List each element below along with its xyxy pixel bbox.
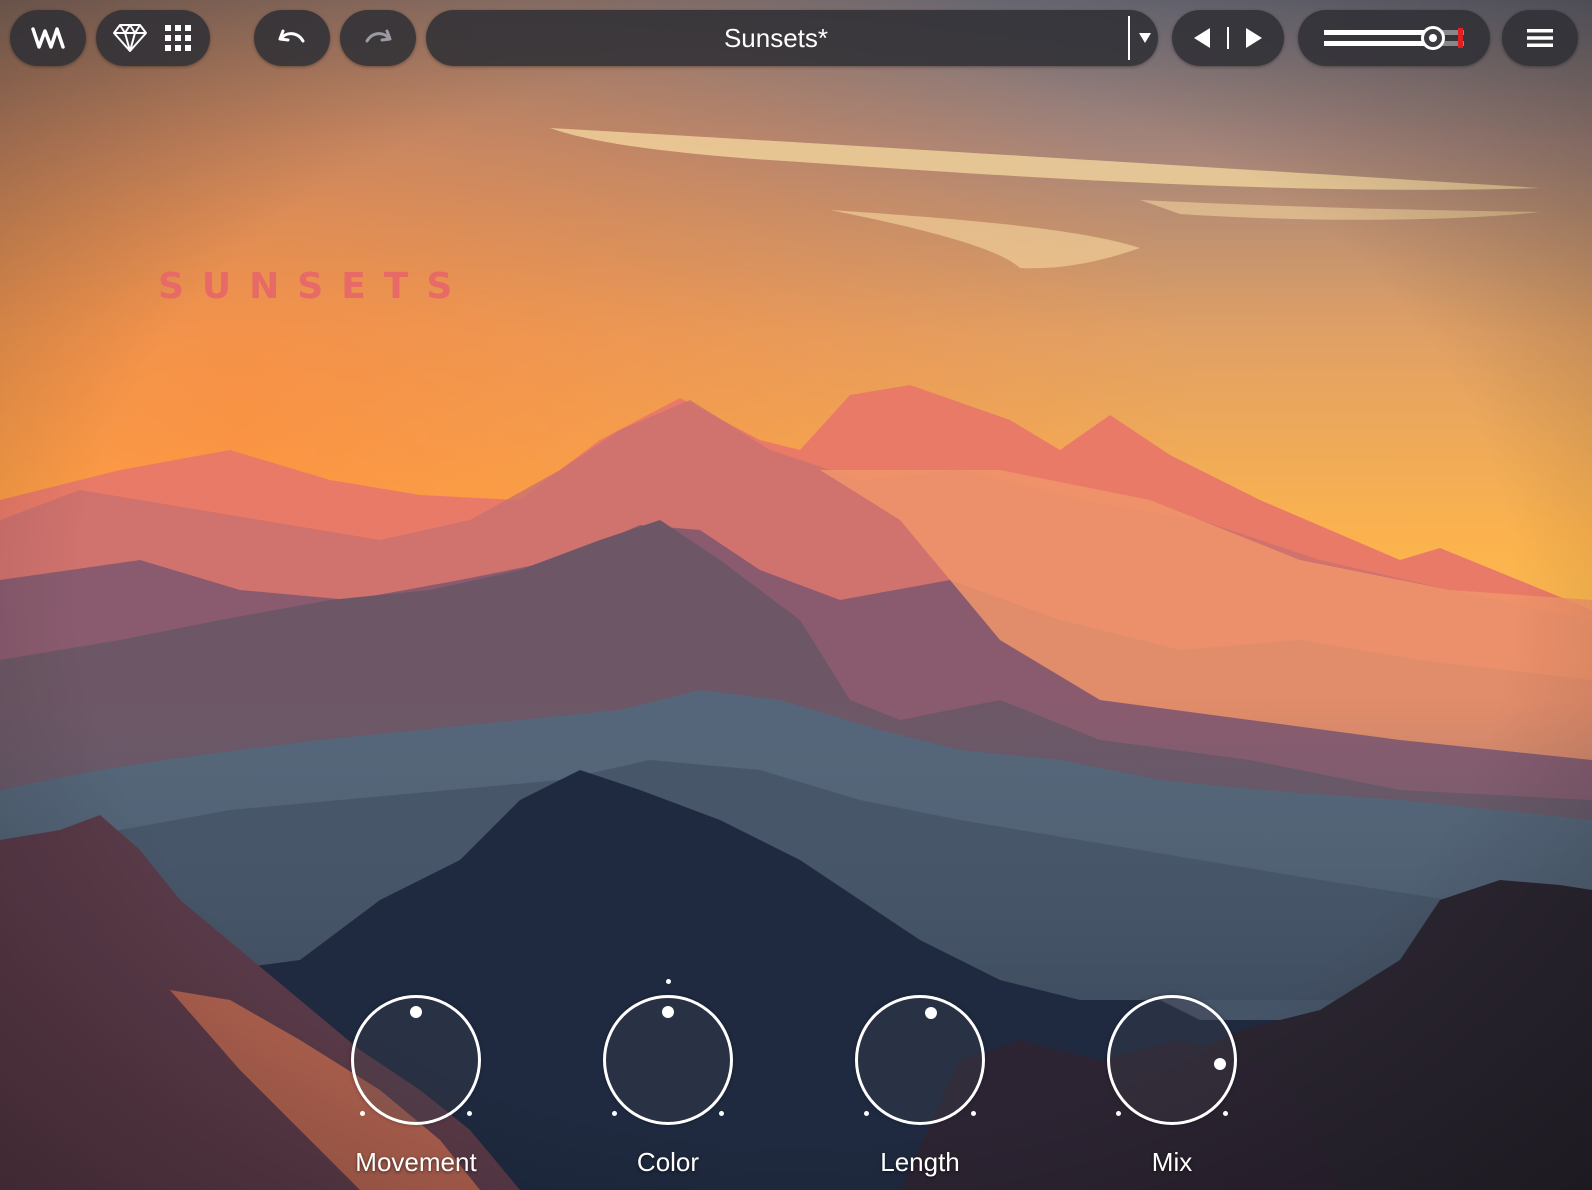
meter-bar-bottom — [1324, 41, 1434, 46]
movement-knob-indicator — [410, 1006, 422, 1018]
color-knob-indicator — [662, 1006, 674, 1018]
gem-button[interactable] — [105, 10, 155, 66]
length-knob[interactable] — [855, 995, 985, 1125]
preset-dropdown-button[interactable] — [1132, 10, 1158, 66]
redo-button[interactable] — [340, 10, 416, 66]
movement-knob-max-tick — [466, 1110, 472, 1116]
presets-button-group — [96, 10, 210, 66]
undo-button[interactable] — [254, 10, 330, 66]
diamond-icon — [113, 24, 147, 52]
apps-grid-button[interactable] — [155, 10, 201, 66]
triangle-left-icon — [1194, 28, 1210, 48]
length-knob-label: Length — [880, 1147, 960, 1177]
preset-navigation — [1172, 10, 1284, 66]
preset-divider — [1128, 16, 1130, 60]
length-knob-max-tick — [970, 1110, 976, 1116]
redo-icon — [365, 29, 392, 43]
plugin-title: SUNSETS — [158, 266, 471, 307]
color-knob-label: Color — [636, 1147, 700, 1177]
movement-knob-label: Movement — [355, 1147, 477, 1177]
meter-peak-indicator — [1458, 28, 1463, 48]
meter-bar-top — [1324, 30, 1434, 35]
triangle-right-icon — [1246, 28, 1262, 48]
mix-knob-indicator — [1213, 1057, 1226, 1070]
mix-knob-label: Mix — [1151, 1147, 1193, 1177]
output-level-thumb[interactable] — [1421, 26, 1446, 50]
main-menu-button[interactable] — [1502, 10, 1578, 66]
waves-logo-button[interactable] — [10, 10, 86, 66]
thumb-dot — [1429, 34, 1438, 42]
next-preset-button[interactable] — [1229, 10, 1279, 66]
triangle-down-icon — [1139, 33, 1151, 43]
undo-icon — [278, 29, 305, 43]
color-knob[interactable] — [603, 995, 733, 1125]
preset-selector[interactable]: Sunsets* — [426, 10, 1158, 66]
output-meter — [1298, 10, 1490, 66]
mix-knob-max-tick — [1222, 1110, 1228, 1116]
waves-logo-icon — [31, 27, 65, 49]
movement-knob[interactable] — [351, 995, 481, 1125]
length-knob-indicator — [925, 1007, 938, 1020]
hamburger-icon — [1527, 29, 1553, 47]
color-knob-max-tick — [718, 1110, 724, 1116]
grid-icon — [165, 25, 191, 51]
background-landscape — [0, 0, 1592, 1190]
preset-name[interactable]: Sunsets* — [426, 10, 1126, 66]
previous-preset-button[interactable] — [1177, 10, 1227, 66]
mix-knob[interactable] — [1107, 995, 1237, 1125]
color-knob-center-tick — [666, 979, 671, 984]
output-level-slider[interactable] — [1324, 26, 1464, 50]
